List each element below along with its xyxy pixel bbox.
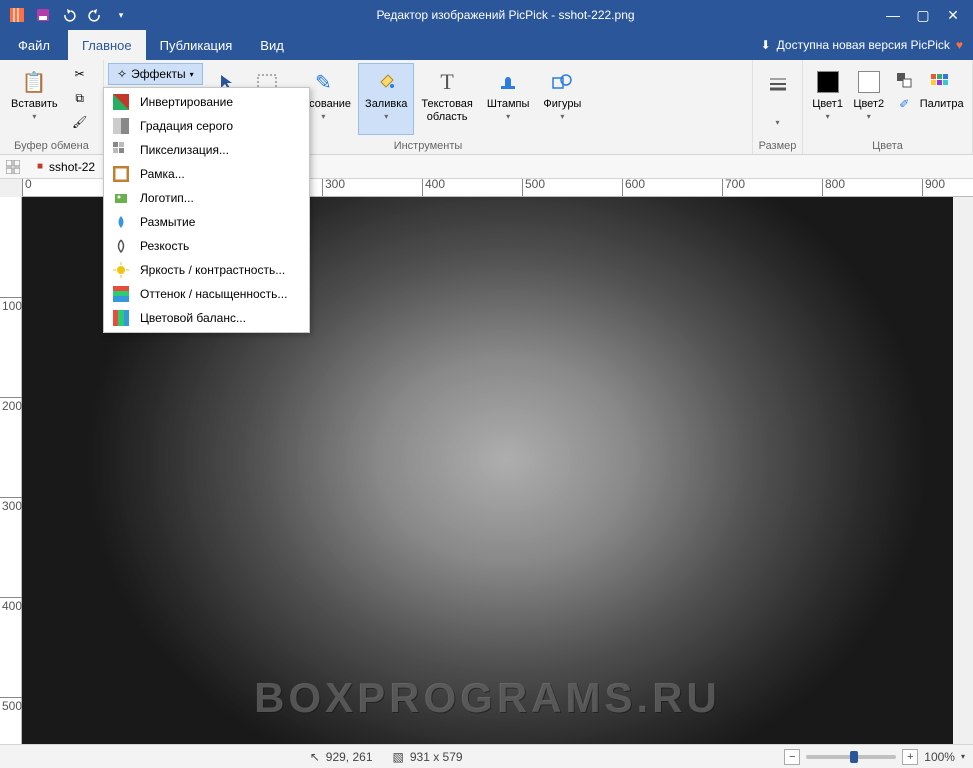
effects-item-gray[interactable]: Градация серого [106, 114, 307, 138]
cursor-position: ↖ 929, 261 [310, 750, 373, 764]
size-group-label: Размер [757, 138, 798, 154]
effects-item-invert[interactable]: Инвертирование [106, 90, 307, 114]
zoom-slider[interactable] [806, 755, 896, 759]
pixel-icon [112, 141, 130, 159]
stamps-button[interactable]: Штампы ▾ [480, 63, 537, 135]
redo-icon[interactable] [84, 4, 106, 26]
linewidth-icon [768, 70, 788, 98]
effects-item-blur[interactable]: Размытие [106, 210, 307, 234]
textarea-button[interactable]: T Текстовая область [414, 63, 479, 135]
effects-item-pixel[interactable]: Пикселизация... [106, 138, 307, 162]
statusbar: ↖ 929, 261 ▧ 931 x 579 − + 100% ▾ [0, 744, 973, 768]
bucket-icon [376, 68, 396, 96]
minimize-button[interactable]: — [879, 3, 907, 27]
stamp-icon [498, 68, 518, 96]
format-painter-icon[interactable]: 🖌 [69, 111, 91, 133]
clipboard-group-label: Буфер обмена [4, 138, 99, 154]
image-dimensions: ▧ 931 x 579 [393, 750, 463, 764]
ruler-vertical: 100200300400500 [0, 197, 22, 744]
color2-button[interactable]: Цвет2 ▾ [848, 63, 889, 135]
watermark: BOXPROGRAMS.RU [254, 674, 721, 722]
blur-icon [112, 213, 130, 231]
undo-icon[interactable] [58, 4, 80, 26]
maximize-button[interactable]: ▢ [909, 3, 937, 27]
palette-icon [931, 68, 953, 96]
sharp-icon [112, 237, 130, 255]
eyedropper-icon[interactable]: ✐ [893, 93, 915, 115]
effects-item-sharp[interactable]: Резкость [106, 234, 307, 258]
titlebar: ▾ Редактор изображений PicPick - sshot-2… [0, 0, 973, 30]
tab-publish[interactable]: Публикация [146, 30, 247, 60]
pencil-icon: ✎ [315, 68, 332, 96]
tab-file[interactable]: Файл [0, 30, 68, 60]
unsaved-indicator: ■ [37, 161, 43, 172]
tab-home[interactable]: Главное [68, 30, 146, 60]
color1-swatch [817, 71, 839, 93]
zoom-value: 100% [924, 750, 955, 764]
zoom-in-button[interactable]: + [902, 749, 918, 765]
palette-button[interactable]: Палитра [915, 63, 968, 135]
tab-view[interactable]: Вид [246, 30, 298, 60]
balance-icon [112, 309, 130, 327]
colors-group-label: Цвета [807, 138, 968, 154]
heart-icon: ♥ [956, 38, 963, 52]
effects-item-frame[interactable]: Рамка... [106, 162, 307, 186]
update-notice[interactable]: ⬇ Доступна новая версия PicPick ♥ [751, 30, 973, 60]
effects-dropdown: ИнвертированиеГрадация серогоПикселизаци… [103, 87, 310, 333]
cut-icon[interactable]: ✂ [69, 63, 91, 85]
zoom-control: − + 100% ▾ [784, 749, 965, 765]
wand-icon: ✧ [117, 67, 127, 81]
logo-icon [112, 189, 130, 207]
text-icon: T [440, 68, 453, 96]
invert-icon [112, 93, 130, 111]
swap-colors-icon[interactable] [893, 69, 915, 91]
color2-swatch [858, 71, 880, 93]
bright-icon [112, 261, 130, 279]
file-tab[interactable]: ■ sshot-22 [28, 156, 104, 178]
paste-button[interactable]: 📋 Вставить ▾ [4, 63, 65, 135]
menubar: Файл Главное Публикация Вид ⬇ Доступна н… [0, 30, 973, 60]
effects-item-balance[interactable]: Цветовой баланс... [106, 306, 307, 330]
copy-icon[interactable]: ⧉ [69, 87, 91, 109]
zoom-out-button[interactable]: − [784, 749, 800, 765]
qa-customize-icon[interactable]: ▾ [110, 4, 132, 26]
clipboard-icon: 📋 [22, 68, 47, 96]
app-icon[interactable] [6, 4, 28, 26]
effects-item-hue[interactable]: Оттенок / насыщенность... [106, 282, 307, 306]
effects-item-bright[interactable]: Яркость / контрастность... [106, 258, 307, 282]
zoom-dropdown-icon[interactable]: ▾ [961, 752, 965, 761]
file-tab-label: sshot-22 [49, 160, 95, 174]
gray-icon [112, 117, 130, 135]
effects-button[interactable]: ✧ Эффекты ▾ [108, 63, 203, 85]
close-button[interactable]: ✕ [939, 3, 967, 27]
fill-button[interactable]: Заливка ▾ [358, 63, 414, 135]
shapes-button[interactable]: Фигуры ▾ [536, 63, 588, 135]
frame-icon [112, 165, 130, 183]
hue-icon [112, 285, 130, 303]
color1-button[interactable]: Цвет1 ▾ [807, 63, 848, 135]
tile-windows-icon[interactable] [4, 158, 22, 176]
shapes-icon [551, 68, 573, 96]
effects-item-logo[interactable]: Логотип... [106, 186, 307, 210]
cursor-icon: ↖ [310, 750, 320, 764]
dimensions-icon: ▧ [393, 750, 404, 764]
window-title: Редактор изображений PicPick - sshot-222… [132, 8, 879, 22]
save-icon[interactable] [32, 4, 54, 26]
size-button[interactable]: ▾ [760, 65, 796, 137]
download-icon: ⬇ [761, 38, 771, 52]
